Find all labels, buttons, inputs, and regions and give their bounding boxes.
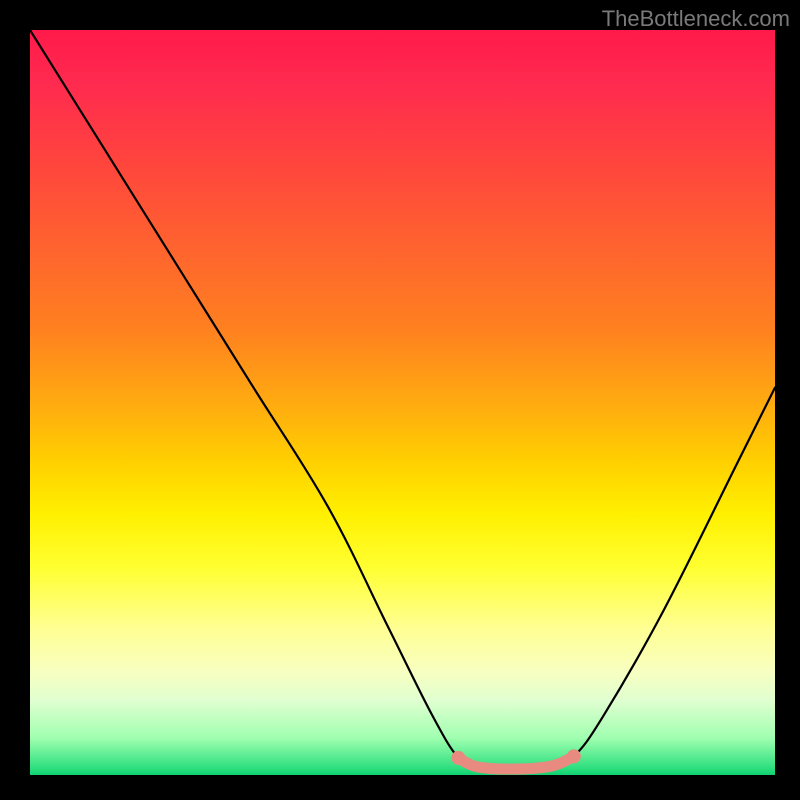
optimal-range-start-dot — [451, 751, 465, 765]
optimal-range-segment — [458, 756, 573, 769]
curve-svg — [30, 30, 775, 775]
optimal-range-end-dot — [567, 749, 581, 763]
watermark-text: TheBottleneck.com — [602, 6, 790, 32]
plot-area — [30, 30, 775, 775]
bottleneck-curve-path — [30, 30, 775, 769]
